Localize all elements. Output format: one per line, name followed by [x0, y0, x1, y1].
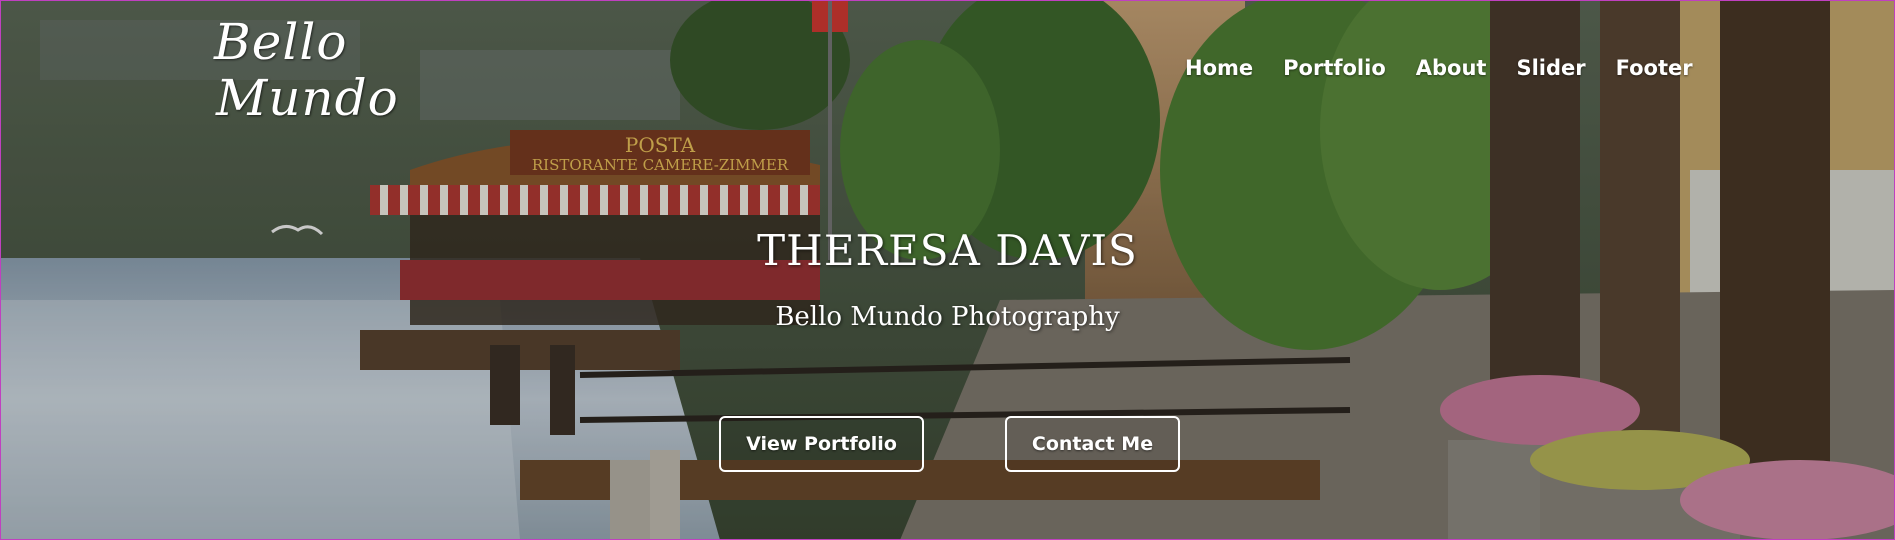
hero-subtitle: Bello Mundo Photography	[775, 302, 1120, 332]
logo-line-2: Mundo	[216, 69, 399, 127]
contact-me-button[interactable]: Contact Me	[1005, 416, 1180, 472]
nav-item-home[interactable]: Home	[1170, 52, 1268, 84]
nav-item-portfolio[interactable]: Portfolio	[1268, 52, 1401, 84]
nav-item-slider[interactable]: Slider	[1501, 52, 1600, 84]
nav-item-about[interactable]: About	[1401, 52, 1502, 84]
logo-line-1: Bello	[214, 13, 348, 71]
hero-section: POSTA RISTORANTE CAMERE-ZIMMER Bello Mun…	[0, 0, 1895, 540]
site-logo[interactable]: Bello Mundo	[214, 14, 404, 134]
main-nav: Home Portfolio About Slider Footer	[1170, 52, 1708, 84]
hero-title: THERESA DAVIS	[757, 226, 1138, 275]
nav-item-footer[interactable]: Footer	[1601, 52, 1708, 84]
view-portfolio-button[interactable]: View Portfolio	[719, 416, 924, 472]
